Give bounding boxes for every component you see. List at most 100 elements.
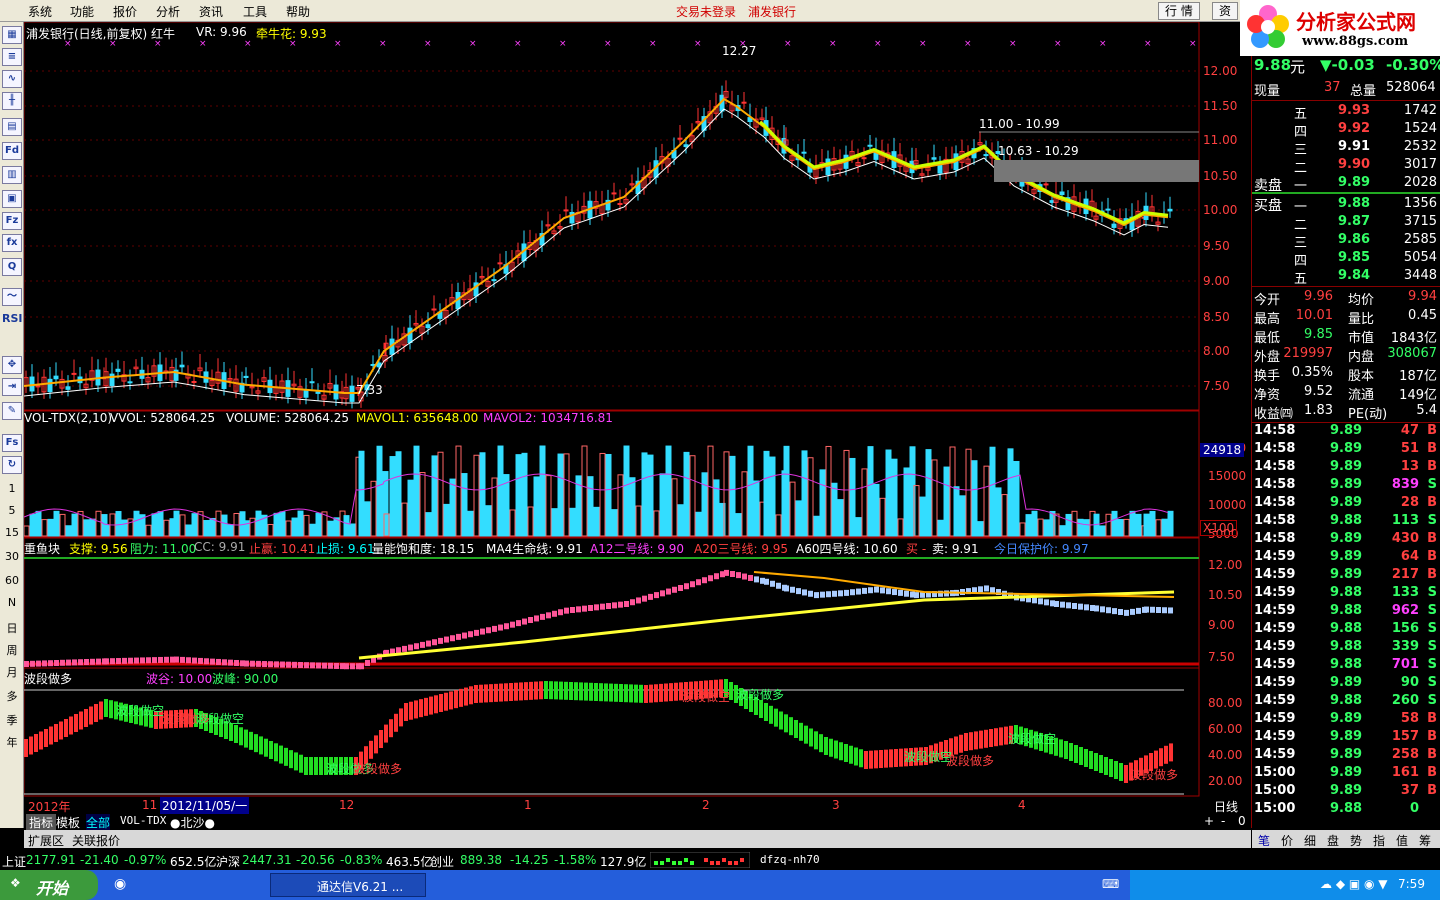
zoom-out-button[interactable]: - — [1221, 814, 1225, 828]
ind3-block — [776, 582, 781, 589]
volume-bar — [593, 506, 600, 537]
zoom-reset-button[interactable]: 0 — [1238, 814, 1246, 828]
indicator-icon[interactable]: 〜 — [2, 288, 22, 306]
ind3-block — [280, 661, 285, 668]
quote-button[interactable]: 行 情 — [1158, 2, 1200, 20]
refresh-icon[interactable]: ↻ — [2, 456, 22, 474]
quote-tab[interactable]: 势 — [1350, 832, 1362, 849]
tab-related-quote[interactable]: 关联报价 — [72, 832, 120, 849]
xaxis-period[interactable]: 日线 — [1214, 798, 1238, 815]
news-icon[interactable]: ▣ — [2, 190, 22, 208]
tab-all[interactable]: 全部 — [86, 814, 111, 831]
tab-extension[interactable]: 扩展区 — [28, 832, 64, 849]
xianliang-label: 现量 — [1254, 84, 1281, 99]
period-day[interactable]: 日 — [2, 620, 22, 636]
browser-icon[interactable]: ◉ — [114, 876, 126, 892]
sell-level[interactable]: 二 9.90 3017 — [1252, 157, 1440, 176]
fs-icon[interactable]: Fs — [2, 434, 22, 452]
candle-body — [303, 389, 309, 398]
tab-beisha[interactable]: ●北沙● — [170, 814, 215, 831]
tick-time: 14:59 — [1254, 585, 1296, 600]
price-change: ▼-0.03 — [1320, 56, 1375, 74]
hs-amount: 463.5亿 — [386, 855, 433, 869]
period-30min[interactable]: 30 — [2, 550, 22, 563]
period-15min[interactable]: 15 — [2, 526, 22, 539]
period-5min[interactable]: 5 — [2, 504, 22, 517]
trade-status[interactable]: 交易未登录 — [676, 3, 736, 20]
menu-system[interactable]: 系统 — [28, 3, 52, 20]
menu-quote[interactable]: 报价 — [113, 3, 137, 20]
draw-icon[interactable]: ✎ — [2, 402, 22, 420]
report-icon[interactable]: ▤ — [2, 118, 22, 136]
tab-vol-tdx[interactable]: VOL-TDX — [120, 814, 166, 827]
tray-icons[interactable]: ☁ ◆ ▣ ◉ ▼ — [1320, 877, 1388, 891]
menu-tools[interactable]: 工具 — [243, 3, 267, 20]
export-icon[interactable]: ⇥ — [2, 378, 22, 396]
quote-tab[interactable]: 值 — [1396, 832, 1408, 849]
tick-vol: 962 — [1391, 603, 1419, 618]
list-icon[interactable]: ≡ — [2, 48, 22, 66]
formula-icon[interactable]: fx — [2, 234, 22, 252]
chart-area[interactable]: × × × × × × × × × × × × × × × × × × × × × × × × × × 浦发银行(日线,前复权) … — [24, 22, 1251, 828]
vol-tick: 10000 — [1208, 498, 1247, 512]
sell-level[interactable]: 三 9.91 2532 — [1252, 139, 1440, 158]
period-1min[interactable]: 1 — [2, 482, 22, 495]
buy-level[interactable]: 四 9.85 5054 — [1252, 250, 1440, 269]
period-month[interactable]: 月 — [2, 664, 22, 680]
zoom-in-button[interactable]: + — [1204, 814, 1214, 828]
quote-tab[interactable]: 细 — [1304, 832, 1316, 849]
buy-level[interactable]: 五 9.84 3448 — [1252, 268, 1440, 287]
period-60min[interactable]: 60 — [2, 574, 22, 587]
volume-bar — [303, 514, 310, 537]
wave-block — [429, 696, 433, 715]
quote-tab[interactable]: 筹 — [1419, 832, 1431, 849]
period-week[interactable]: 周 — [2, 642, 22, 658]
windows-logo-icon: ❖ — [10, 876, 21, 890]
quote-tab[interactable]: 指 — [1373, 832, 1385, 849]
stat-row: 最高 10.01 量比 0.45 — [1252, 308, 1440, 327]
signal-marker: × — [559, 39, 567, 49]
wave-block — [274, 743, 278, 762]
keyboard-icon[interactable]: ⌨ — [1102, 877, 1119, 891]
volume-bar — [783, 445, 790, 537]
ind3-block — [708, 575, 713, 582]
menu-analysis[interactable]: 分析 — [156, 3, 180, 20]
move-icon[interactable]: ✥ — [2, 356, 22, 374]
period-nmin[interactable]: N — [2, 596, 22, 609]
quote-tab[interactable]: 笔 — [1258, 832, 1270, 849]
ind3-buy: 买 - — [906, 542, 927, 556]
menu-info[interactable]: 资讯 — [199, 3, 223, 20]
period-year[interactable]: 年 — [2, 734, 22, 750]
kline-icon[interactable]: ╫ — [2, 92, 22, 110]
sell-level[interactable]: 四 9.92 1524 — [1252, 121, 1440, 140]
sell-level[interactable]: 五 9.93 1742 — [1252, 103, 1440, 122]
tab-template[interactable]: 模板 — [56, 814, 80, 831]
period-multi[interactable]: 多 — [2, 688, 22, 704]
stat-value: 308067 — [1387, 346, 1437, 361]
chart-icon[interactable]: ▦ — [2, 26, 22, 44]
rsi-button[interactable]: RSI — [2, 312, 23, 325]
start-button[interactable]: ❖ 开始 — [0, 870, 98, 900]
f10-icon[interactable]: Fz — [2, 212, 22, 230]
finance-icon[interactable]: Fd — [2, 142, 22, 160]
search-icon[interactable]: Q — [2, 258, 22, 276]
sh-amount: 652.5亿 — [170, 855, 217, 869]
menu-function[interactable]: 功能 — [70, 3, 94, 20]
tick-time: 14:59 — [1254, 657, 1296, 672]
tick-time: 15:00 — [1254, 801, 1296, 816]
taskbar-app-tdx[interactable]: 通达信V6.21 ... — [270, 873, 426, 897]
line-chart-icon[interactable]: ∿ — [2, 70, 22, 88]
buy-level[interactable]: 二 9.87 3715 — [1252, 214, 1440, 233]
level-price: 9.89 — [1338, 175, 1371, 190]
volume-bar — [873, 483, 880, 537]
ind3-block — [984, 585, 989, 592]
quote-tab[interactable]: 盘 — [1327, 832, 1339, 849]
menu-help[interactable]: 帮助 — [286, 3, 310, 20]
buy-level[interactable]: 三 9.86 2585 — [1252, 232, 1440, 251]
quote-tab[interactable]: 价 — [1281, 832, 1293, 849]
volume-bar — [897, 518, 904, 537]
doc-icon[interactable]: ▥ — [2, 166, 22, 184]
period-quarter[interactable]: 季 — [2, 712, 22, 728]
trade-button[interactable]: 资 — [1212, 2, 1239, 20]
tab-indicator[interactable]: 指标 — [26, 814, 57, 831]
